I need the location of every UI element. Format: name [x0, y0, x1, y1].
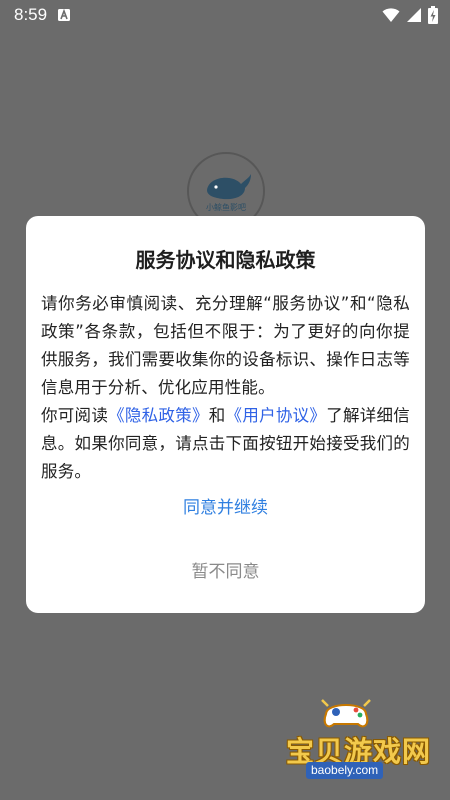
a-notification-icon [58, 9, 70, 21]
splash-logo-text: 小鲸鱼影吧 [206, 203, 246, 212]
dialog-body: 请你务必审慎阅读、充分理解“服务协议”和“隐私政策”各条款，包括但不限于：为了更… [41, 290, 410, 486]
user-agreement-link[interactable]: 《用户协议》 [226, 406, 327, 425]
signal-icon [407, 8, 421, 22]
gamepad-mascot-icon [321, 699, 371, 728]
disagree-button[interactable]: 暂不同意 [26, 556, 425, 588]
dialog-paragraph-2: 你可阅读《隐私政策》和《用户协议》了解详细信息。如果你同意，请点击下面按钮开始接… [41, 402, 410, 486]
wifi-icon [382, 8, 400, 22]
privacy-policy-link[interactable]: 《隐私政策》 [108, 406, 209, 425]
battery-charging-icon [428, 6, 438, 24]
status-bar: 8:59 [0, 0, 450, 32]
paragraph-2-prefix: 你可阅读 [41, 406, 109, 425]
watermark-url: baobely.com [306, 762, 384, 779]
paragraph-2-and: 和 [208, 406, 226, 425]
dialog-paragraph-1: 请你务必审慎阅读、充分理解“服务协议”和“隐私政策”各条款，包括但不限于：为了更… [41, 294, 410, 397]
watermark-logo: 宝贝游戏网 baobely.com [280, 692, 430, 792]
status-icons [382, 6, 438, 24]
dialog-title: 服务协议和隐私政策 [135, 248, 316, 272]
agree-continue-button[interactable]: 同意并继续 [26, 492, 425, 524]
status-time: 8:59 [14, 5, 48, 24]
app-screen: 8:59 小鲸鱼影吧 服务协议和隐私政策 请你务必审慎阅读、充分理解“服务协议”… [0, 0, 450, 800]
privacy-dialog: 服务协议和隐私政策 请你务必审慎阅读、充分理解“服务协议”和“隐私政策”各条款，… [26, 216, 425, 613]
